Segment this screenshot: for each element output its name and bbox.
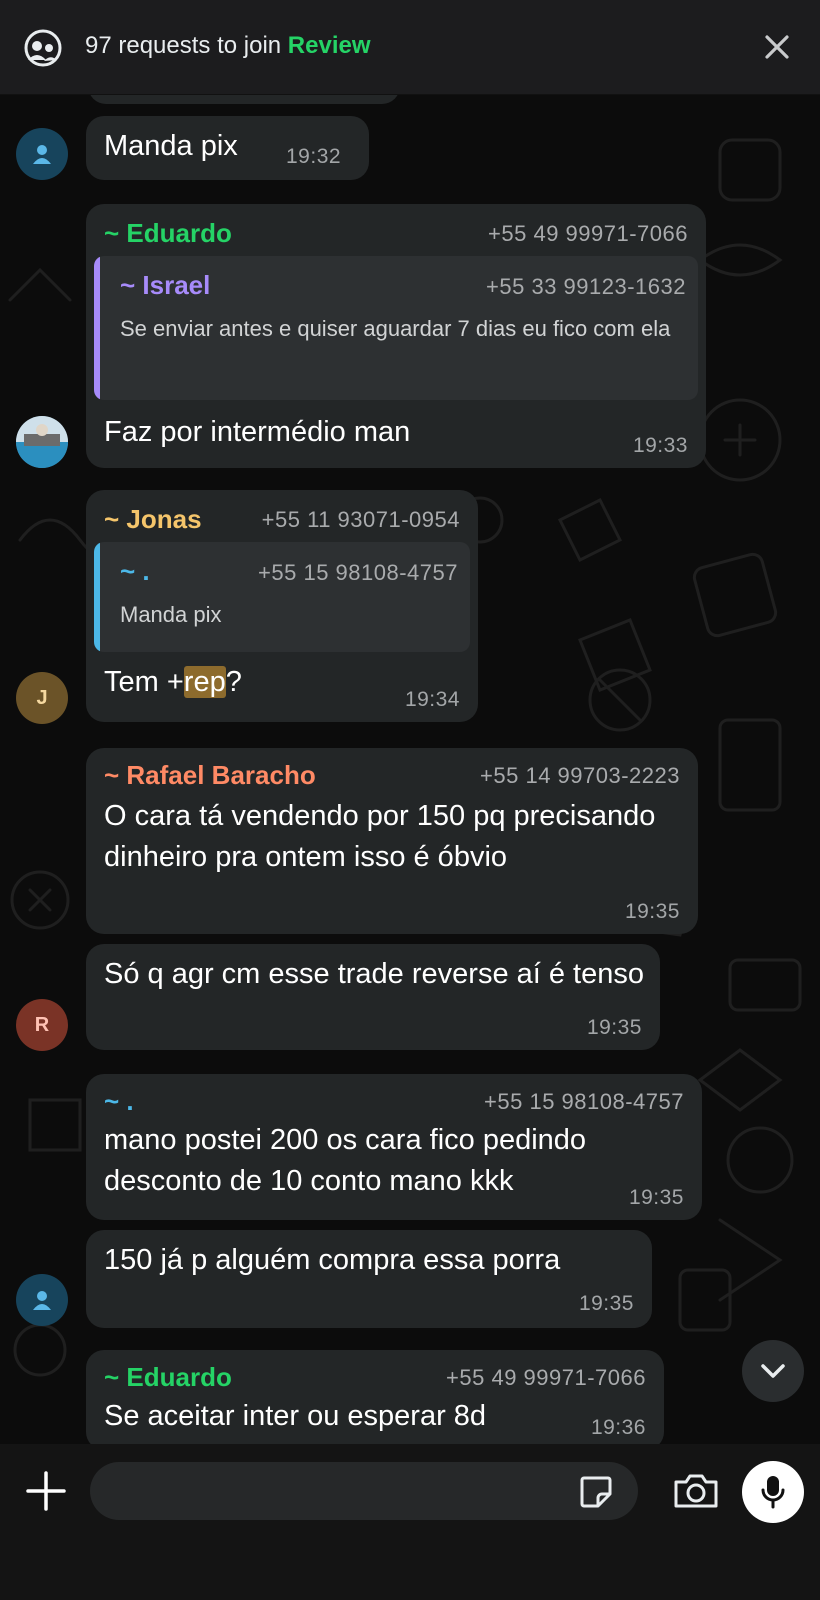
message-bubble[interactable]: 150 já p alguém compra essa porra 19:35: [86, 1230, 652, 1328]
avatar-letter[interactable]: R: [16, 999, 68, 1051]
sender-name[interactable]: ~ .: [104, 1086, 134, 1117]
message-text: Só q agr cm esse trade reverse aí é tens…: [104, 958, 644, 990]
message-time: 19:35: [624, 900, 680, 923]
message-text: 150 já p alguém compra essa porra: [104, 1244, 561, 1276]
join-requests-count: 97 requests to join: [85, 32, 282, 59]
message-time: 19:35: [628, 1186, 684, 1209]
quoted-phone: +55 33 99123-1632: [486, 274, 686, 299]
message-time: 19:34: [404, 688, 460, 711]
message-bubble[interactable]: ~ Rafael Baracho +55 14 99703-2223 O car…: [86, 748, 698, 934]
banner-text: 97 requests to join Review: [85, 32, 371, 60]
avatar-photo-image: [16, 416, 68, 468]
message-text-part: ?: [225, 666, 242, 698]
message-text: Tem +rep?: [104, 662, 242, 703]
message-bubble[interactable]: ~ Eduardo +55 49 99971-7066 Se aceitar i…: [86, 1350, 664, 1450]
person-icon: [33, 1291, 51, 1310]
review-link[interactable]: Review: [288, 32, 371, 59]
quoted-message[interactable]: ~ . +55 15 98108-4757 Manda pix: [94, 542, 470, 652]
message-text: Faz por intermédio man: [104, 416, 411, 448]
message-text: O cara tá vendendo por 150 pq precisando…: [104, 800, 656, 873]
search-highlight: rep: [183, 666, 226, 698]
message-text: mano postei 200 os cara fico pedindo des…: [104, 1124, 587, 1197]
message-input[interactable]: [90, 1462, 638, 1520]
message-bubble[interactable]: Manda pix 19:32: [86, 116, 369, 180]
avatar-default[interactable]: [16, 128, 68, 180]
quoted-phone: +55 15 98108-4757: [258, 560, 458, 585]
message-text-part: Tem +: [104, 666, 184, 698]
message-bubble[interactable]: ~ Jonas +55 11 93071-0954 ~ . +55 15 981…: [86, 490, 478, 722]
plus-icon[interactable]: [26, 1471, 66, 1511]
sender-phone: +55 49 99971-7066: [488, 221, 688, 246]
quoted-message[interactable]: ~ Israel +55 33 99123-1632 Se enviar ant…: [94, 256, 698, 400]
sender-phone: +55 14 99703-2223: [480, 763, 680, 788]
quoted-text: Manda pix: [120, 602, 222, 627]
sender-name[interactable]: ~ Jonas: [104, 504, 202, 535]
message-time: 19:36: [590, 1416, 646, 1439]
message-time: 19:35: [586, 1016, 642, 1039]
person-icon: [33, 145, 51, 164]
mic-button[interactable]: [742, 1461, 804, 1523]
sender-name[interactable]: ~ Rafael Baracho: [104, 760, 316, 791]
close-icon[interactable]: [764, 34, 790, 60]
message-bubble[interactable]: ~ . +55 15 98108-4757 mano postei 200 os…: [86, 1074, 702, 1220]
message-text: Se aceitar inter ou esperar 8d: [104, 1400, 487, 1432]
sticker-icon[interactable]: [578, 1474, 614, 1510]
quoted-sender: ~ .: [120, 556, 150, 586]
microphone-icon: [761, 1476, 785, 1509]
sender-phone: +55 11 93071-0954: [261, 507, 460, 532]
message-time: 19:35: [578, 1292, 634, 1315]
message-bubble[interactable]: Só q agr cm esse trade reverse aí é tens…: [86, 944, 660, 1050]
avatar-photo[interactable]: [16, 416, 68, 468]
message-time: 19:33: [632, 434, 688, 457]
quote-bar: [94, 542, 100, 652]
group-requests-icon: [24, 29, 62, 67]
avatar-default[interactable]: [16, 1274, 68, 1326]
chevron-down-icon: [761, 1364, 785, 1378]
quote-bar: [94, 256, 100, 400]
sender-name[interactable]: ~ Eduardo: [104, 218, 232, 249]
quoted-sender: ~ Israel: [120, 270, 211, 300]
camera-icon[interactable]: [672, 1472, 720, 1510]
message-text: Manda pix: [104, 130, 238, 162]
scroll-to-bottom-button[interactable]: [742, 1340, 804, 1402]
sender-phone: +55 49 99971-7066: [446, 1365, 646, 1390]
message-bubble[interactable]: ~ Eduardo +55 49 99971-7066 ~ Israel +55…: [86, 204, 706, 468]
join-requests-banner[interactable]: 97 requests to join Review: [0, 0, 820, 95]
sender-name[interactable]: ~ Eduardo: [104, 1362, 232, 1393]
sender-phone: +55 15 98108-4757: [484, 1089, 684, 1114]
quoted-text: Se enviar antes e quiser aguardar 7 dias…: [120, 316, 671, 341]
message-time: 19:32: [286, 145, 342, 168]
avatar-letter[interactable]: J: [16, 672, 68, 724]
